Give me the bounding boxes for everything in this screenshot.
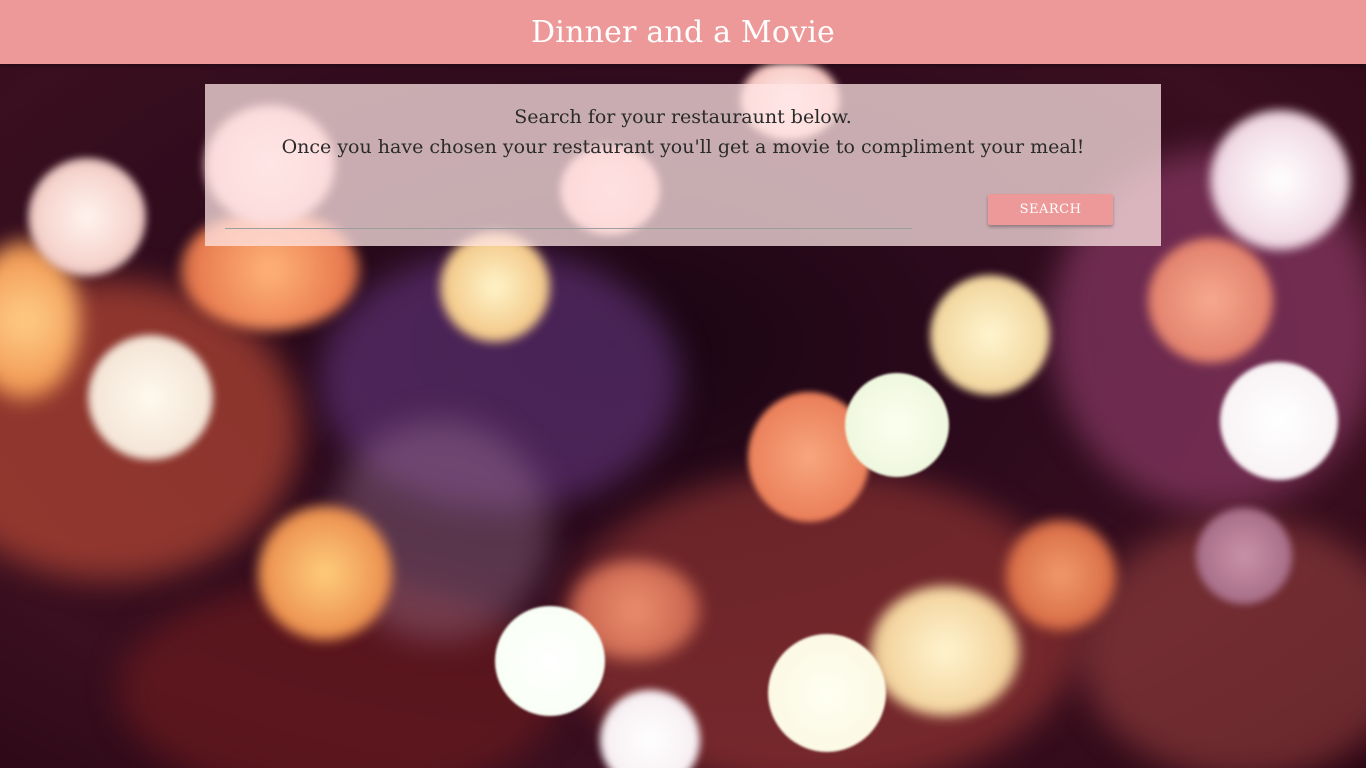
bokeh-light — [88, 335, 213, 460]
search-button[interactable]: Search — [988, 194, 1113, 225]
restaurant-search-input[interactable] — [225, 204, 912, 229]
bokeh-light — [28, 158, 146, 276]
search-subtitle: Once you have chosen your restaurant you… — [281, 136, 1085, 158]
bokeh-light — [930, 275, 1050, 395]
search-instructions: Search for your restauraunt below. — [514, 106, 852, 128]
bokeh-light — [440, 232, 550, 342]
bokeh-light — [870, 586, 1020, 716]
bokeh-light — [1196, 508, 1292, 604]
bokeh-light — [845, 373, 949, 477]
page-title: Dinner and a Movie — [531, 14, 835, 50]
bokeh-light — [1006, 520, 1116, 630]
site-header: Dinner and a Movie — [0, 0, 1366, 64]
bokeh-light — [1220, 362, 1338, 480]
bokeh-light — [1148, 238, 1273, 363]
bokeh-light — [258, 506, 392, 640]
bokeh-light — [768, 634, 886, 752]
bokeh-light — [1210, 110, 1350, 250]
search-card: Search for your restauraunt below. Once … — [205, 84, 1161, 246]
bokeh-light — [495, 606, 605, 716]
